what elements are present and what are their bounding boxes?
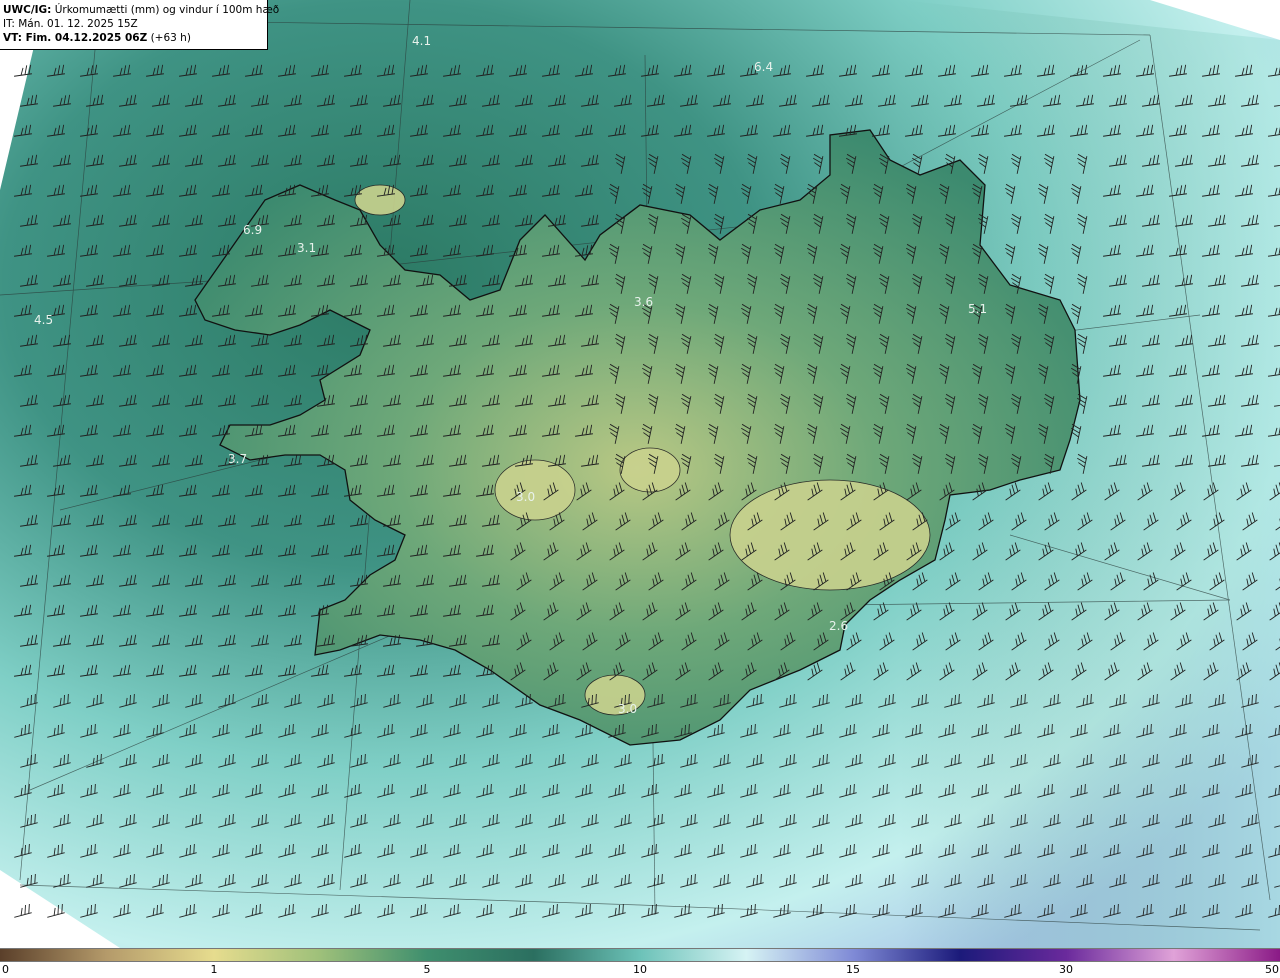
map-label-5: 3.6 <box>634 295 653 309</box>
colorbar-tick-6: 50 <box>1265 963 1279 976</box>
colorbar-tick-0: 0 <box>2 963 9 976</box>
colorbar-tick-1: 1 <box>210 963 218 976</box>
colorbar-tick-4: 15 <box>846 963 860 976</box>
map-label-4: 4.5 <box>34 313 53 327</box>
colorbar-tick-3: 10 <box>633 963 647 976</box>
map-title: Úrkomumætti (mm) og vindur í 100m hæð <box>54 4 280 16</box>
map-label-10: 3.0 <box>618 702 637 716</box>
map-label-6: 5.1 <box>968 302 987 316</box>
title-line: UWC/IG: Úrkomumætti (mm) og vindur í 100… <box>3 3 279 17</box>
lead-time: (+63 h) <box>150 32 191 44</box>
map-label-8: 3.0 <box>516 490 535 504</box>
init-time: IT: Mán. 01. 12. 2025 15Z <box>3 18 138 30</box>
map-label-1: 6.4 <box>754 60 773 74</box>
map-label-9: 2.6 <box>829 619 848 633</box>
colorbar-legend: 0 1 5 10 15 30 50 <box>0 948 1280 978</box>
colorbar-tick-5: 30 <box>1059 963 1073 976</box>
colorbar-tick-2: 5 <box>423 963 431 976</box>
forecast-map[interactable]: 4.1 6.4 6.9 3.1 4.5 3.6 5.1 3.7 3.0 2.6 … <box>0 0 1280 948</box>
valid-time-line: VT: Fim. 04.12.2025 06Z (+63 h) <box>3 31 267 45</box>
map-canvas: 4.1 6.4 6.9 3.1 4.5 3.6 5.1 3.7 3.0 2.6 … <box>0 0 1280 948</box>
model-code: UWC/IG: <box>3 4 52 16</box>
drangajokull-glacier <box>354 184 406 216</box>
map-label-2: 6.9 <box>243 223 262 237</box>
forecast-info-box: UWC/IG: Úrkomumætti (mm) og vindur í 100… <box>0 0 279 50</box>
colorbar-gradient <box>0 948 1280 962</box>
map-label-0: 4.1 <box>412 34 431 48</box>
map-label-3: 3.1 <box>297 241 316 255</box>
vatnajokull-glacier <box>729 479 931 591</box>
valid-time: VT: Fim. 04.12.2025 06Z <box>3 32 148 44</box>
map-label-7: 3.7 <box>228 452 247 466</box>
